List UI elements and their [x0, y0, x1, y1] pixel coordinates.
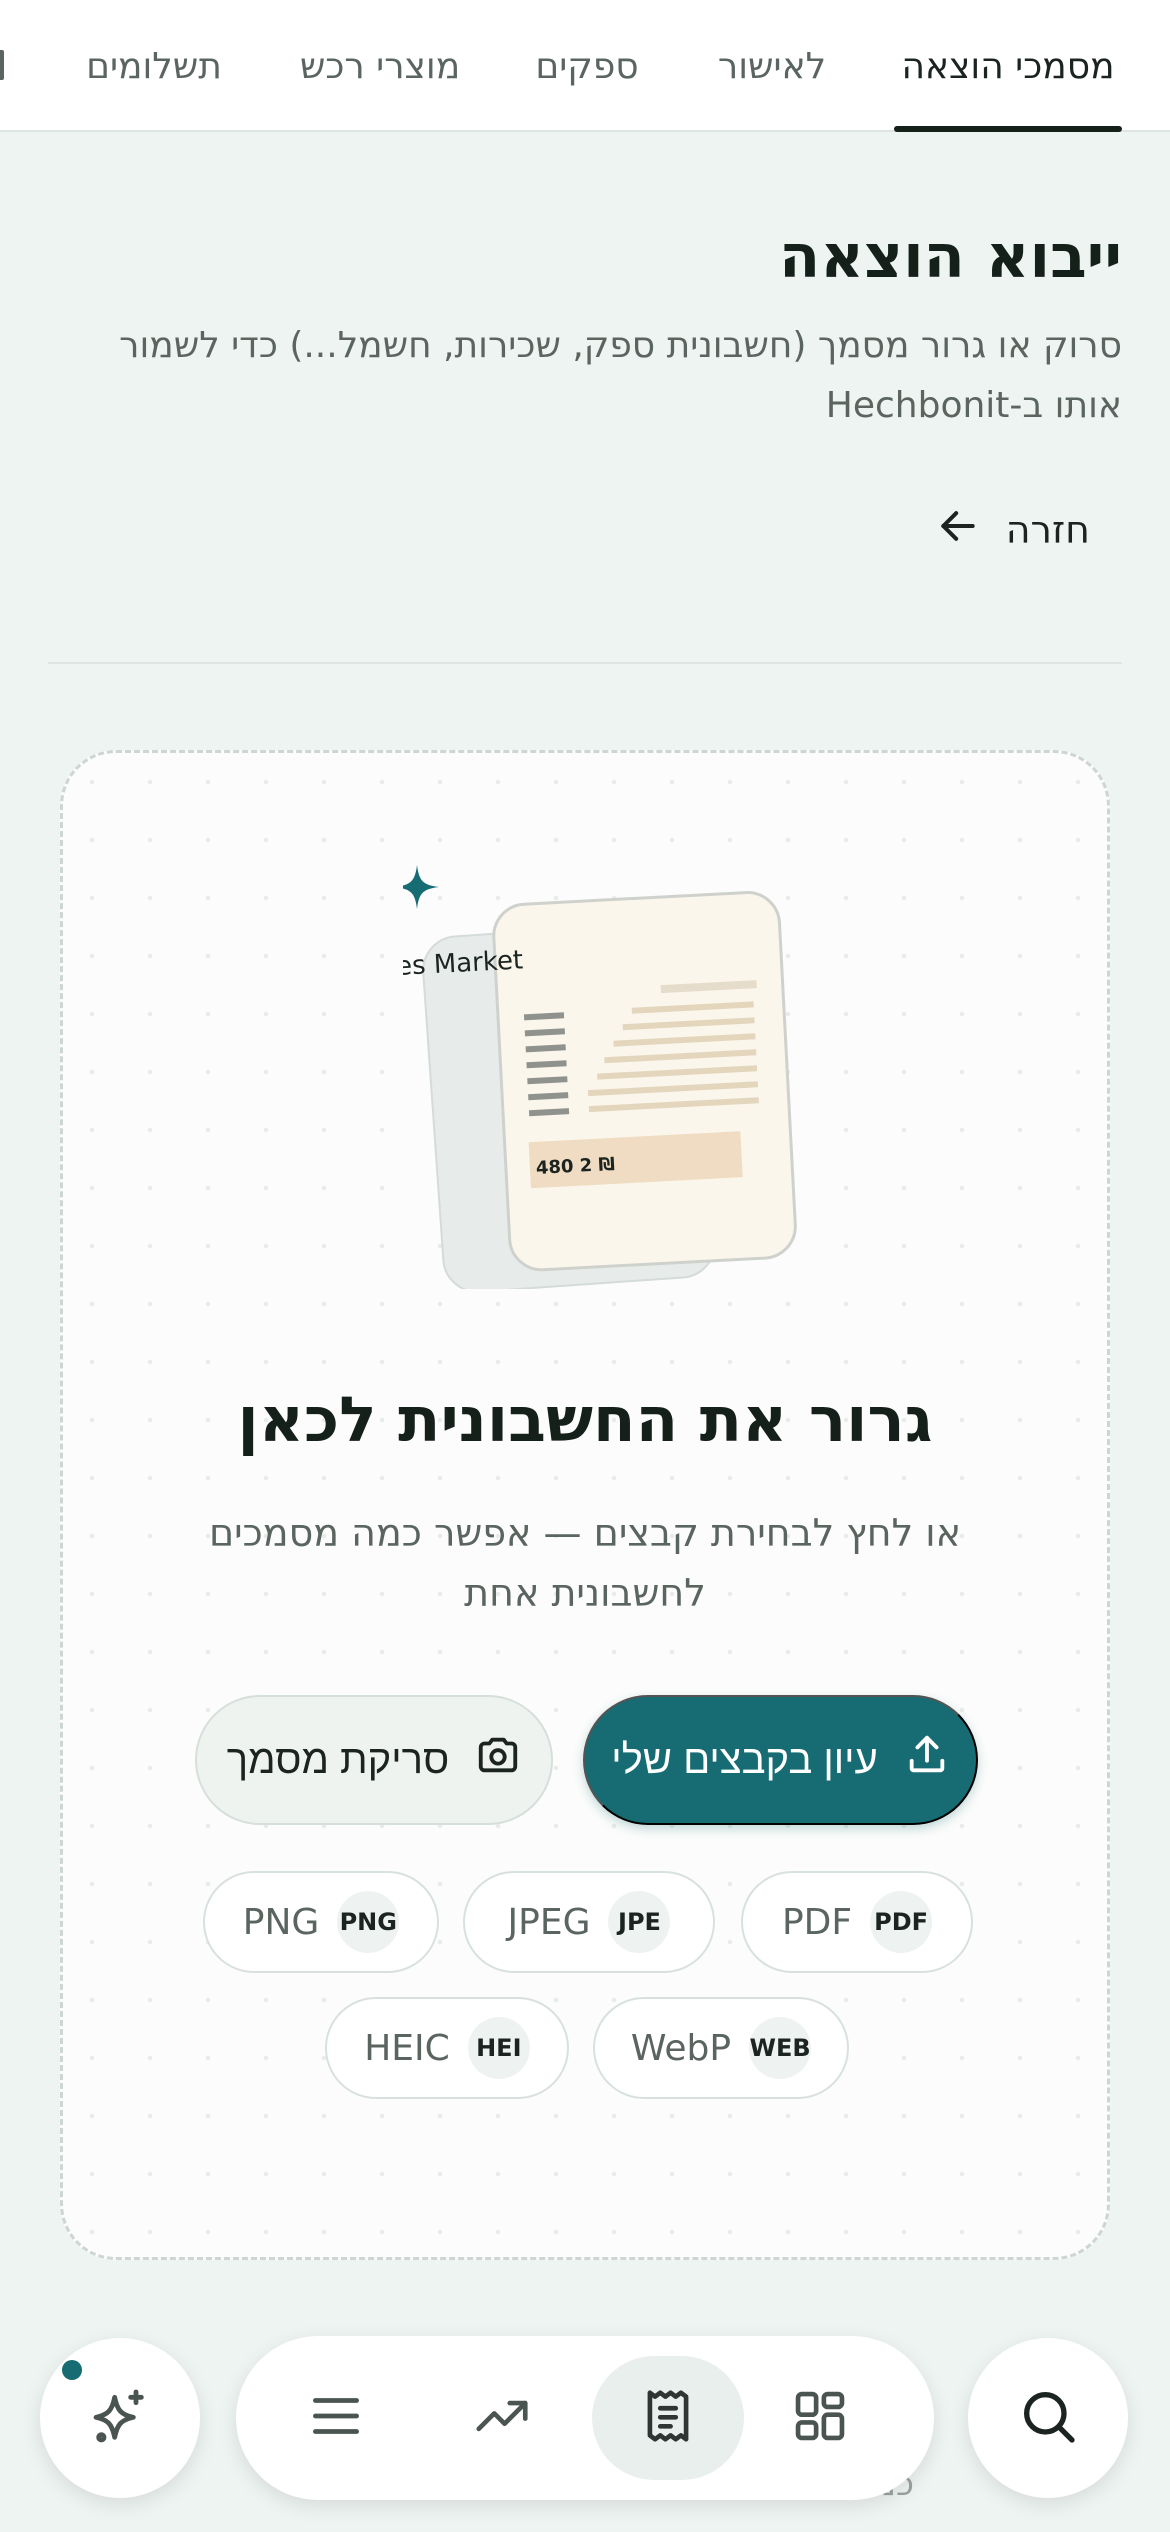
- camera-icon: [475, 1732, 521, 1788]
- format-label: JPEG: [507, 1901, 591, 1943]
- tab-label: לאישור: [717, 45, 827, 87]
- format-label: PDF: [781, 1901, 853, 1943]
- format-chip-png: PNG PNG: [203, 1871, 439, 1973]
- tab-expense-documents[interactable]: מסמכי הוצאה: [894, 0, 1122, 132]
- grid-icon: [789, 2385, 851, 2451]
- tab-label: מסמכי הוצאה: [901, 45, 1115, 87]
- upload-dropzone[interactable]: Délices Market 480 2 ₪ גרור את החשבונית …: [60, 750, 1110, 2260]
- upload-icon: [904, 1732, 950, 1788]
- format-chip-jpeg: JPE JPEG: [463, 1871, 715, 1973]
- format-label: HEIC: [364, 2027, 450, 2069]
- menu-icon: [305, 2385, 367, 2451]
- nav-reports[interactable]: [426, 2356, 578, 2480]
- bottom-nav: [236, 2336, 934, 2500]
- trending-icon: [471, 2385, 533, 2451]
- nav-expenses[interactable]: [592, 2356, 744, 2480]
- scan-document-label: סריקת מסמך: [226, 1737, 450, 1782]
- nav-menu[interactable]: [260, 2356, 412, 2480]
- back-label: חזרה: [1005, 508, 1090, 552]
- top-tabs: מסמכי הוצאה לאישור ספקים מוצרי רכש תשלומ…: [0, 0, 1170, 132]
- format-label: WebP: [630, 2027, 732, 2069]
- nav-dashboard[interactable]: [744, 2356, 896, 2480]
- tab-label: תשלומים: [86, 45, 222, 87]
- browse-files-label: עיון בקבצים שלי: [611, 1737, 878, 1782]
- page-title: ייבוא הוצאה: [779, 222, 1122, 292]
- format-badge: WEB: [749, 2017, 812, 2079]
- page-subtitle: סרוק או גרור מסמך (חשבונית ספק, שכירות, …: [119, 325, 1122, 426]
- dropzone-subtitle: או לחץ לבחירת קבצים — אפשר כמה מסמכים לח…: [208, 1511, 962, 1615]
- illustration-amount: 480 2 ₪: [535, 1154, 615, 1179]
- format-chip-pdf: PDF PDF: [741, 1871, 973, 1973]
- arrow-right-icon: [936, 504, 980, 557]
- format-label: PNG: [242, 1901, 320, 1943]
- section-divider: [48, 662, 1122, 664]
- tab-suppliers[interactable]: ספקים: [534, 0, 640, 132]
- invoice-illustration: Délices Market 480 2 ₪: [403, 865, 797, 1289]
- browse-files-button[interactable]: עיון בקבצים שלי: [583, 1695, 978, 1825]
- format-chip-webp: WEB WebP: [593, 1997, 849, 2099]
- tab-payments[interactable]: תשלומים: [86, 0, 222, 132]
- format-chip-heic: HEI HEIC: [325, 1997, 569, 2099]
- tab-overflow-edge: [0, 50, 4, 80]
- format-badge: PDF: [870, 1891, 933, 1953]
- format-badge: HEI: [467, 2017, 530, 2079]
- search-icon: [1016, 2384, 1080, 2452]
- sparkle-decoration-icon: [403, 865, 439, 909]
- back-button[interactable]: חזרה: [936, 500, 1090, 560]
- format-badge: JPE: [608, 1891, 671, 1953]
- tab-active-indicator: [894, 126, 1122, 132]
- sparkle-icon: [88, 2384, 152, 2452]
- format-badge: PNG: [337, 1891, 400, 1953]
- notification-dot: [62, 2360, 82, 2380]
- tab-label: מוצרי רכש: [299, 45, 461, 87]
- tab-label: ספקים: [535, 45, 639, 87]
- dropzone-title: גרור את החשבונית לכאן: [237, 1383, 933, 1456]
- tab-pending-approval[interactable]: לאישור: [716, 0, 828, 132]
- search-button[interactable]: [968, 2338, 1128, 2498]
- tab-purchase-products[interactable]: מוצרי רכש: [300, 0, 460, 132]
- scan-document-button[interactable]: סריקת מסמך: [195, 1695, 553, 1825]
- receipt-icon: [637, 2385, 699, 2451]
- ai-assistant-button[interactable]: [40, 2338, 200, 2498]
